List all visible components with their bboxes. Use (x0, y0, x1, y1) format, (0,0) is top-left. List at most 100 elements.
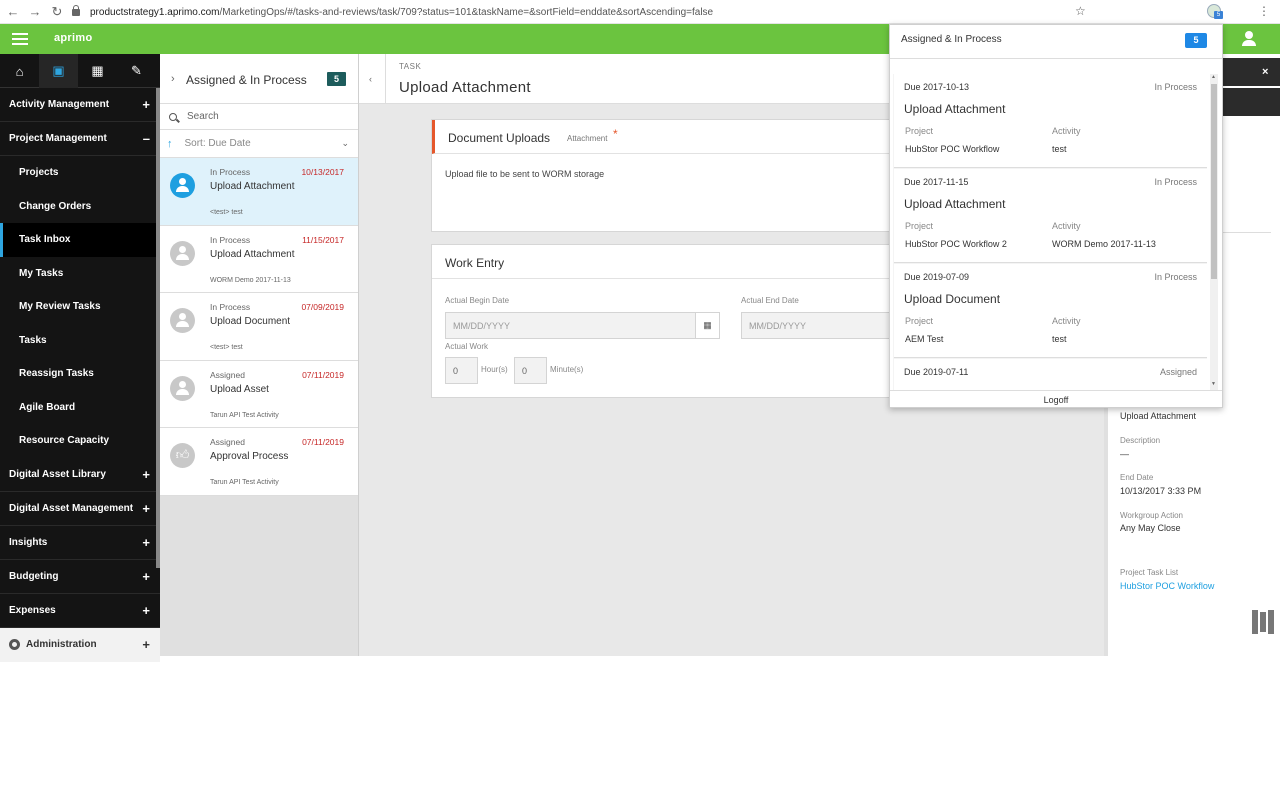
task-status: Assigned (210, 369, 245, 380)
actual-work-label: Actual Work (445, 342, 488, 351)
nav-projects[interactable]: Projects (0, 156, 160, 190)
nav-administration[interactable]: Administration + (0, 627, 160, 662)
nav-task-inbox[interactable]: Task Inbox (0, 223, 160, 257)
search-icon (169, 112, 177, 121)
inbox-icon[interactable]: ▣ (39, 54, 78, 88)
back-icon[interactable]: ← (4, 3, 22, 21)
task-name-value: Upload Attachment (1120, 411, 1197, 421)
task-card[interactable]: Assigned 07/11/2019 Upload Asset Tarun A… (160, 360, 358, 428)
hours-input[interactable]: 0 (445, 357, 478, 384)
minutes-input[interactable]: 0 (514, 357, 547, 384)
end-date-input[interactable]: MM/DD/YYYY (741, 312, 891, 339)
logoff-button[interactable]: Logoff (890, 390, 1222, 408)
popup-task-card[interactable]: Due 2019-07-11 Assigned (894, 359, 1207, 390)
forward-icon[interactable]: → (26, 3, 44, 21)
nav-agile-board[interactable]: Agile Board (0, 391, 160, 425)
ticket-icon[interactable]: ✎ (117, 54, 156, 88)
project-label: Project (905, 221, 934, 231)
hamburger-menu-icon[interactable] (12, 33, 28, 45)
begin-date-input[interactable]: MM/DD/YYYY (445, 312, 696, 339)
nav-digital-asset-library[interactable]: Digital Asset Library + (0, 458, 160, 492)
task-card[interactable]: In Process 10/13/2017 Upload Attachment … (160, 158, 358, 226)
nav-tasks[interactable]: Tasks (0, 324, 160, 358)
task-title: Upload Attachment (210, 181, 295, 192)
popup-header: Assigned & In Process 5 (890, 25, 1222, 59)
upload-instructions: Upload file to be sent to WORM storage (445, 169, 605, 179)
calendar-icon[interactable]: ▦ (78, 54, 117, 88)
task-title: Approval Process (210, 451, 289, 462)
popup-task-card[interactable]: Due 2019-07-09 In Process Upload Documen… (894, 264, 1207, 358)
nav-activity-management[interactable]: Activity Management + (0, 88, 160, 122)
expand-icon[interactable]: + (142, 569, 150, 584)
task-due-date: 10/13/2017 (301, 167, 344, 177)
nav-label: Insights (9, 536, 48, 548)
task-card[interactable]: In Process 11/15/2017 Upload Attachment … (160, 225, 358, 293)
project-value: HubStor POC Workflow 2 (905, 239, 1007, 249)
chevron-left-icon[interactable]: ‹ (369, 74, 372, 84)
brand-logo: aprimo (54, 32, 93, 44)
popup-count-badge: 5 (1185, 33, 1207, 48)
address-bar[interactable]: productstrategy1.aprimo.com/MarketingOps… (72, 3, 1092, 21)
card-heading: Work Entry (445, 256, 505, 270)
close-icon[interactable]: × (1262, 66, 1268, 78)
nav-change-orders[interactable]: Change Orders (0, 190, 160, 224)
expand-icon[interactable]: + (142, 603, 150, 618)
home-icon[interactable]: ⌂ (0, 54, 39, 88)
scroll-up-icon[interactable]: ▲ (1211, 74, 1216, 80)
task-status: In Process (210, 302, 251, 312)
nav-my-tasks[interactable]: My Tasks (0, 257, 160, 291)
nav-budgeting[interactable]: Budgeting + (0, 560, 160, 594)
user-avatar-icon (170, 308, 195, 333)
task-search-input[interactable]: Search (160, 104, 358, 130)
collapse-icon[interactable]: – (143, 131, 150, 146)
map-icon[interactable] (1252, 610, 1274, 634)
sort-label: Sort: Due Date (184, 138, 251, 149)
expand-icon[interactable]: + (142, 501, 150, 516)
activity-value: test (1052, 144, 1067, 154)
reload-icon[interactable]: ↻ (48, 3, 66, 21)
popup-task-card[interactable]: Due 2017-10-13 In Process Upload Attachm… (894, 74, 1207, 168)
activity-value: WORM Demo 2017-11-13 (1052, 239, 1156, 249)
popup-task-card[interactable]: Due 2017-11-15 In Process Upload Attachm… (894, 169, 1207, 263)
popup-title: Assigned & In Process (901, 34, 1002, 45)
nav-reassign-tasks[interactable]: Reassign Tasks (0, 357, 160, 391)
browser-menu-icon[interactable]: ⋮ (1258, 4, 1270, 18)
task-card[interactable]: 👍︎ Assigned 07/11/2019 Approval Process … (160, 428, 358, 496)
end-date-value: 10/13/2017 3:33 PM (1120, 486, 1202, 496)
expand-icon[interactable]: + (142, 637, 150, 652)
nav-my-review-tasks[interactable]: My Review Tasks (0, 290, 160, 324)
nav-digital-asset-management[interactable]: Digital Asset Management + (0, 492, 160, 526)
expand-icon[interactable]: + (142, 467, 150, 482)
extension-badge: 5 (1214, 11, 1223, 19)
expand-icon[interactable]: + (142, 97, 150, 112)
workgroup-action-label: Workgroup Action (1120, 511, 1183, 520)
nav-project-management[interactable]: Project Management – (0, 122, 160, 156)
sort-ascending-icon[interactable]: ↑ (167, 138, 173, 150)
nav-label: Administration (26, 639, 97, 651)
project-task-list-link[interactable]: HubStor POC Workflow (1120, 581, 1214, 591)
popup-due-date: Due 2017-11-15 (904, 177, 969, 187)
expand-icon[interactable]: + (142, 535, 150, 550)
popup-scrollbar[interactable]: ▲ ▼ (1210, 74, 1218, 390)
scroll-down-icon[interactable]: ▼ (1211, 381, 1216, 387)
chevron-right-icon[interactable]: › (171, 73, 175, 85)
chevron-down-icon[interactable]: ⌄ (341, 138, 349, 149)
task-title: Upload Asset (210, 383, 269, 395)
scrollbar-thumb[interactable] (1211, 84, 1217, 279)
task-activity: Tarun API Test Activity (210, 411, 279, 419)
gear-icon (9, 638, 20, 650)
user-account-icon[interactable] (1242, 31, 1256, 47)
left-navigation: ⌂ ▣ ▦ ✎ Activity Management + Project Ma… (0, 54, 160, 662)
calendar-icon[interactable]: ▦ (695, 312, 720, 339)
popup-due-date: Due 2019-07-09 (904, 272, 970, 282)
sort-dropdown[interactable]: ↑ Sort: Due Date ⌄ (160, 130, 358, 158)
nav-resource-capacity[interactable]: Resource Capacity (0, 424, 160, 458)
task-title: Upload Document (210, 316, 291, 327)
end-date-label: Actual End Date (741, 296, 799, 305)
task-due-date: 11/15/2017 (302, 234, 344, 245)
bookmark-star-icon[interactable]: ☆ (1075, 4, 1086, 18)
nav-expenses[interactable]: Expenses + (0, 594, 160, 628)
activity-label: Activity (1052, 126, 1081, 136)
nav-insights[interactable]: Insights + (0, 526, 160, 560)
task-card[interactable]: In Process 07/09/2019 Upload Document <t… (160, 293, 358, 361)
